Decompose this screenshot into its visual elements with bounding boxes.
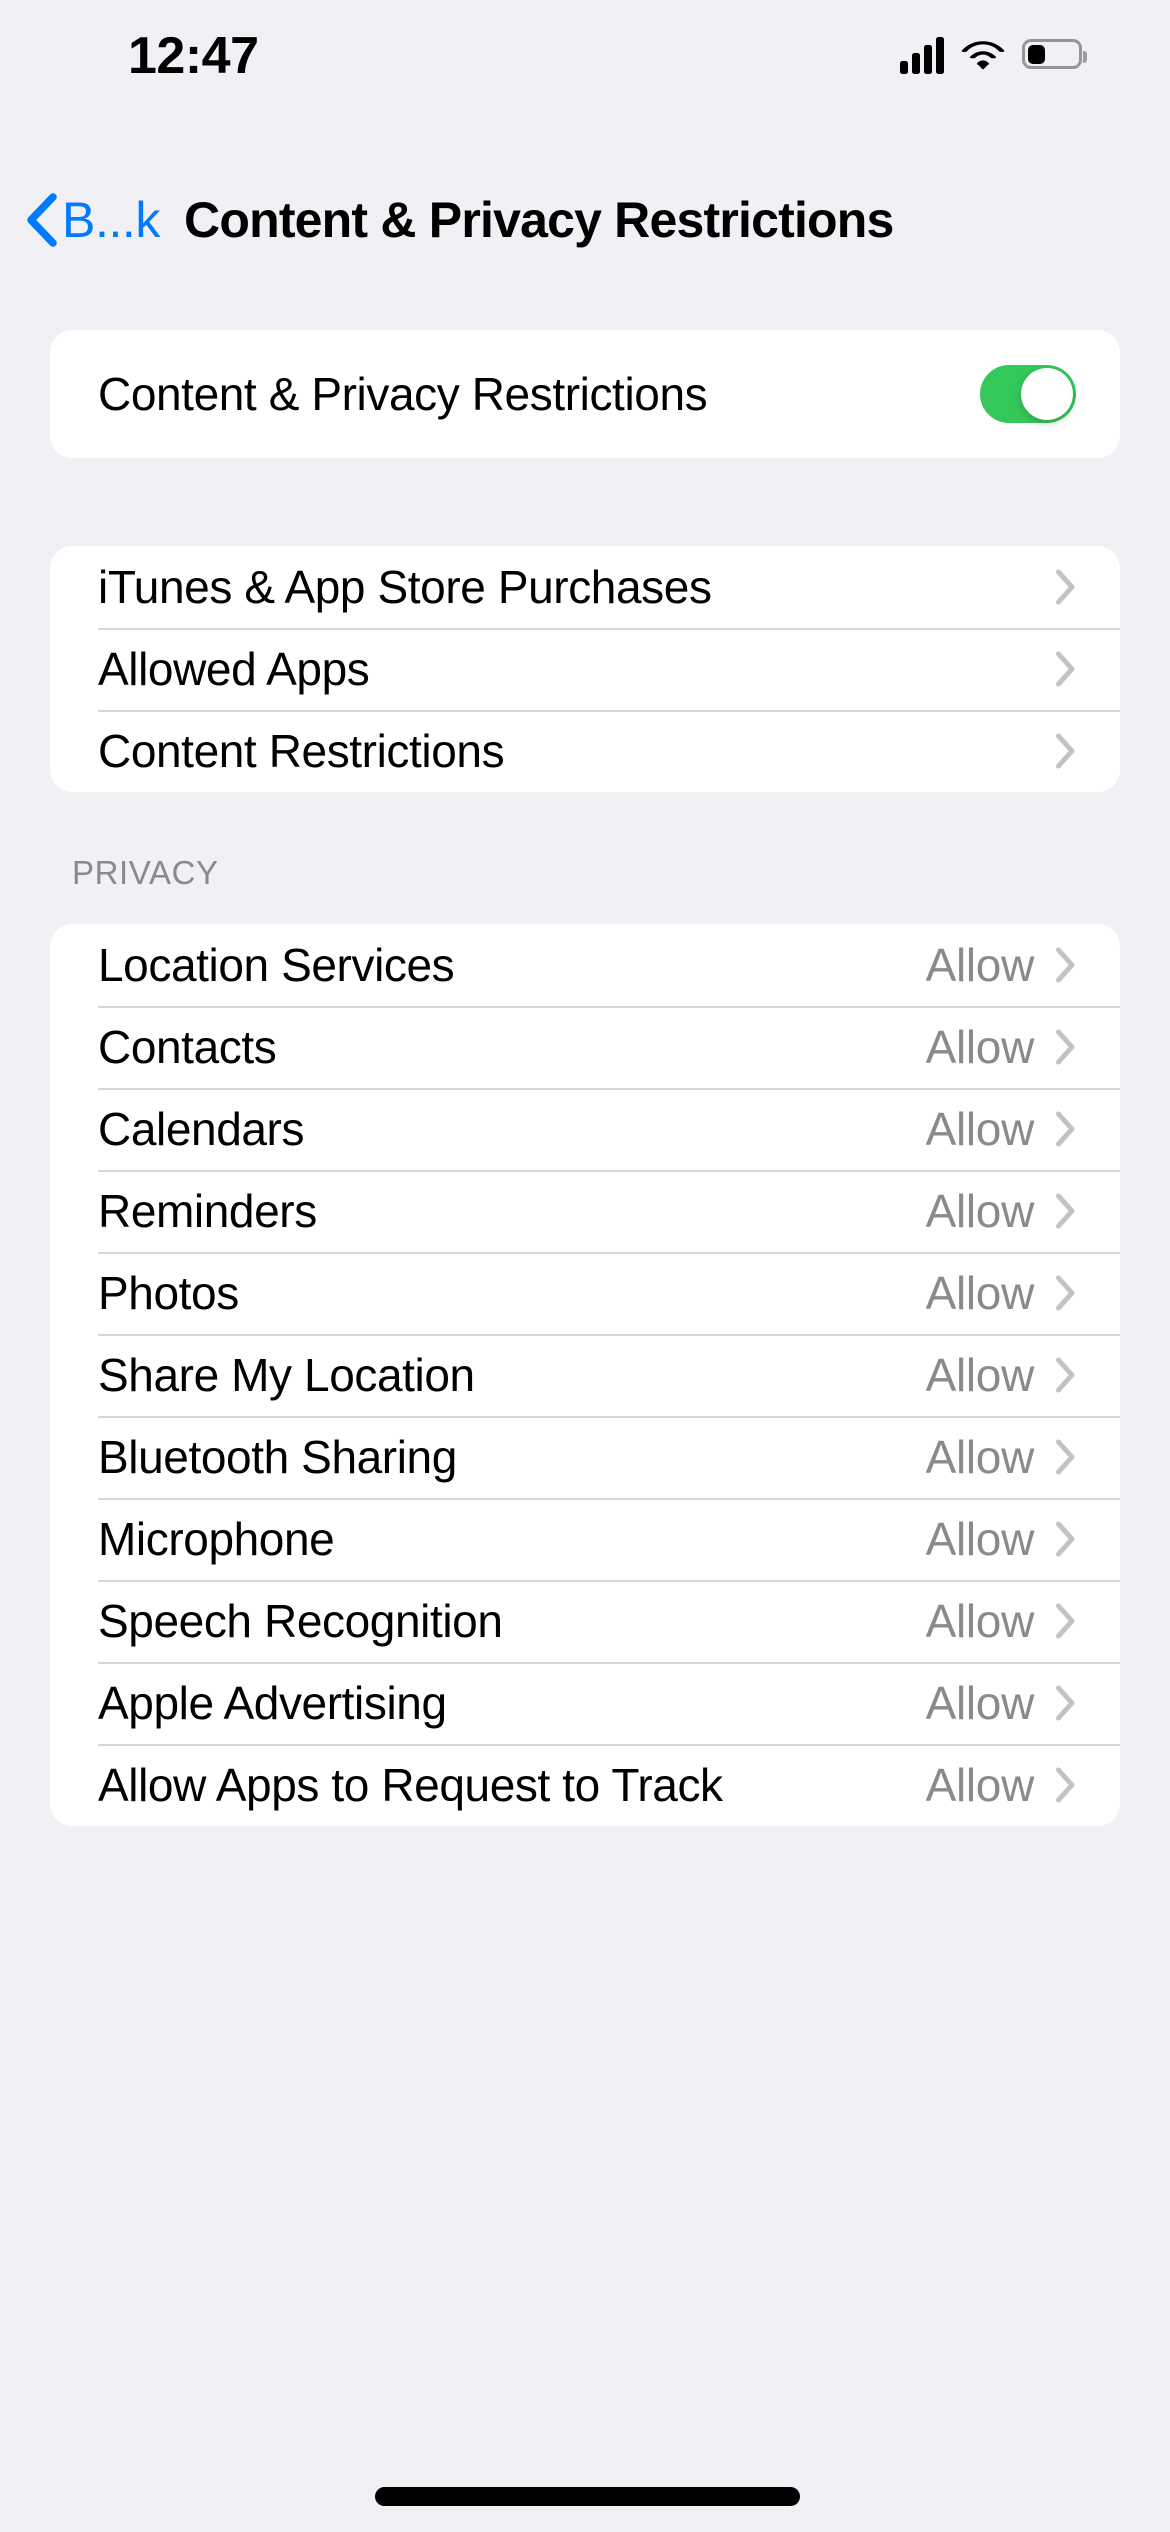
chevron-right-icon — [1056, 1603, 1075, 1639]
toggle-knob — [1021, 368, 1073, 420]
row-share-my-location[interactable]: Share My Location Allow — [50, 1334, 1120, 1416]
row-allow-apps-to-request-to-track[interactable]: Allow Apps to Request to Track Allow — [50, 1744, 1120, 1826]
cellular-signal-icon — [900, 34, 944, 74]
row-value: Allow — [925, 1677, 1035, 1729]
row-label: Contacts — [98, 1021, 277, 1073]
row-allowed-apps[interactable]: Allowed Apps — [50, 628, 1120, 710]
settings-content: Content & Privacy Restrictions iTunes & … — [0, 262, 1170, 2532]
row-label: Speech Recognition — [98, 1595, 503, 1647]
row-label: Location Services — [98, 939, 455, 991]
row-value: Allow — [925, 1513, 1035, 1565]
chevron-left-icon — [27, 193, 57, 247]
content-privacy-restrictions-toggle[interactable] — [980, 365, 1076, 423]
chevron-right-icon — [1056, 1275, 1075, 1311]
back-button[interactable]: B...k — [24, 178, 160, 262]
page-title: Content & Privacy Restrictions — [184, 192, 894, 248]
row-value: Allow — [925, 1595, 1035, 1647]
row-photos[interactable]: Photos Allow — [50, 1252, 1120, 1334]
status-bar: 12:47 — [0, 0, 1170, 130]
row-label: Share My Location — [98, 1349, 475, 1401]
chevron-right-icon — [1056, 1111, 1075, 1147]
battery-icon — [1022, 39, 1087, 69]
chevron-right-icon — [1056, 1521, 1075, 1557]
chevron-right-icon — [1056, 569, 1075, 605]
status-bar-indicators — [900, 34, 1087, 74]
row-value: Allow — [925, 1267, 1035, 1319]
row-label: Calendars — [98, 1103, 305, 1155]
navigation-bar: B...k Content & Privacy Restrictions — [0, 178, 1170, 262]
section-header-privacy: PRIVACY — [72, 854, 219, 891]
row-label: Microphone — [98, 1513, 335, 1565]
back-button-label: B...k — [62, 192, 161, 248]
row-content-privacy-restrictions[interactable]: Content & Privacy Restrictions — [50, 330, 1120, 458]
chevron-right-icon — [1056, 1439, 1075, 1475]
wifi-icon — [961, 41, 1005, 70]
chevron-right-icon — [1056, 733, 1075, 769]
row-itunes-app-store-purchases[interactable]: iTunes & App Store Purchases — [50, 546, 1120, 628]
chevron-right-icon — [1056, 651, 1075, 687]
row-value: Allow — [925, 1103, 1035, 1155]
status-bar-clock: 12:47 — [128, 27, 259, 85]
iphone-settings-screen: 12:47 B...k Content & Privacy Restrictio… — [0, 0, 1170, 2532]
chevron-right-icon — [1056, 1767, 1075, 1803]
row-location-services[interactable]: Location Services Allow — [50, 924, 1120, 1006]
row-value: Allow — [925, 1431, 1035, 1483]
row-label: Reminders — [98, 1185, 317, 1237]
row-value: Allow — [925, 939, 1035, 991]
row-value: Allow — [925, 1185, 1035, 1237]
row-apple-advertising[interactable]: Apple Advertising Allow — [50, 1662, 1120, 1744]
row-speech-recognition[interactable]: Speech Recognition Allow — [50, 1580, 1120, 1662]
privacy-card: Location Services Allow Contacts Allow C… — [50, 924, 1120, 1826]
chevron-right-icon — [1056, 947, 1075, 983]
row-value: Allow — [925, 1349, 1035, 1401]
row-label: Bluetooth Sharing — [98, 1431, 457, 1483]
row-label: Apple Advertising — [98, 1677, 447, 1729]
row-label: Content Restrictions — [98, 725, 505, 777]
row-label: iTunes & App Store Purchases — [98, 561, 712, 613]
master-toggle-card: Content & Privacy Restrictions — [50, 330, 1120, 458]
row-reminders[interactable]: Reminders Allow — [50, 1170, 1120, 1252]
row-label: Allowed Apps — [98, 643, 370, 695]
chevron-right-icon — [1056, 1029, 1075, 1065]
chevron-right-icon — [1056, 1357, 1075, 1393]
home-indicator-bar — [375, 2487, 800, 2506]
row-microphone[interactable]: Microphone Allow — [50, 1498, 1120, 1580]
row-value: Allow — [925, 1759, 1035, 1811]
row-value: Allow — [925, 1021, 1035, 1073]
row-label: Content & Privacy Restrictions — [98, 368, 708, 420]
restrictions-links-card: iTunes & App Store Purchases Allowed App… — [50, 546, 1120, 792]
row-bluetooth-sharing[interactable]: Bluetooth Sharing Allow — [50, 1416, 1120, 1498]
row-label: Photos — [98, 1267, 239, 1319]
row-contacts[interactable]: Contacts Allow — [50, 1006, 1120, 1088]
row-calendars[interactable]: Calendars Allow — [50, 1088, 1120, 1170]
row-content-restrictions[interactable]: Content Restrictions — [50, 710, 1120, 792]
chevron-right-icon — [1056, 1193, 1075, 1229]
row-label: Allow Apps to Request to Track — [98, 1759, 723, 1811]
chevron-right-icon — [1056, 1685, 1075, 1721]
